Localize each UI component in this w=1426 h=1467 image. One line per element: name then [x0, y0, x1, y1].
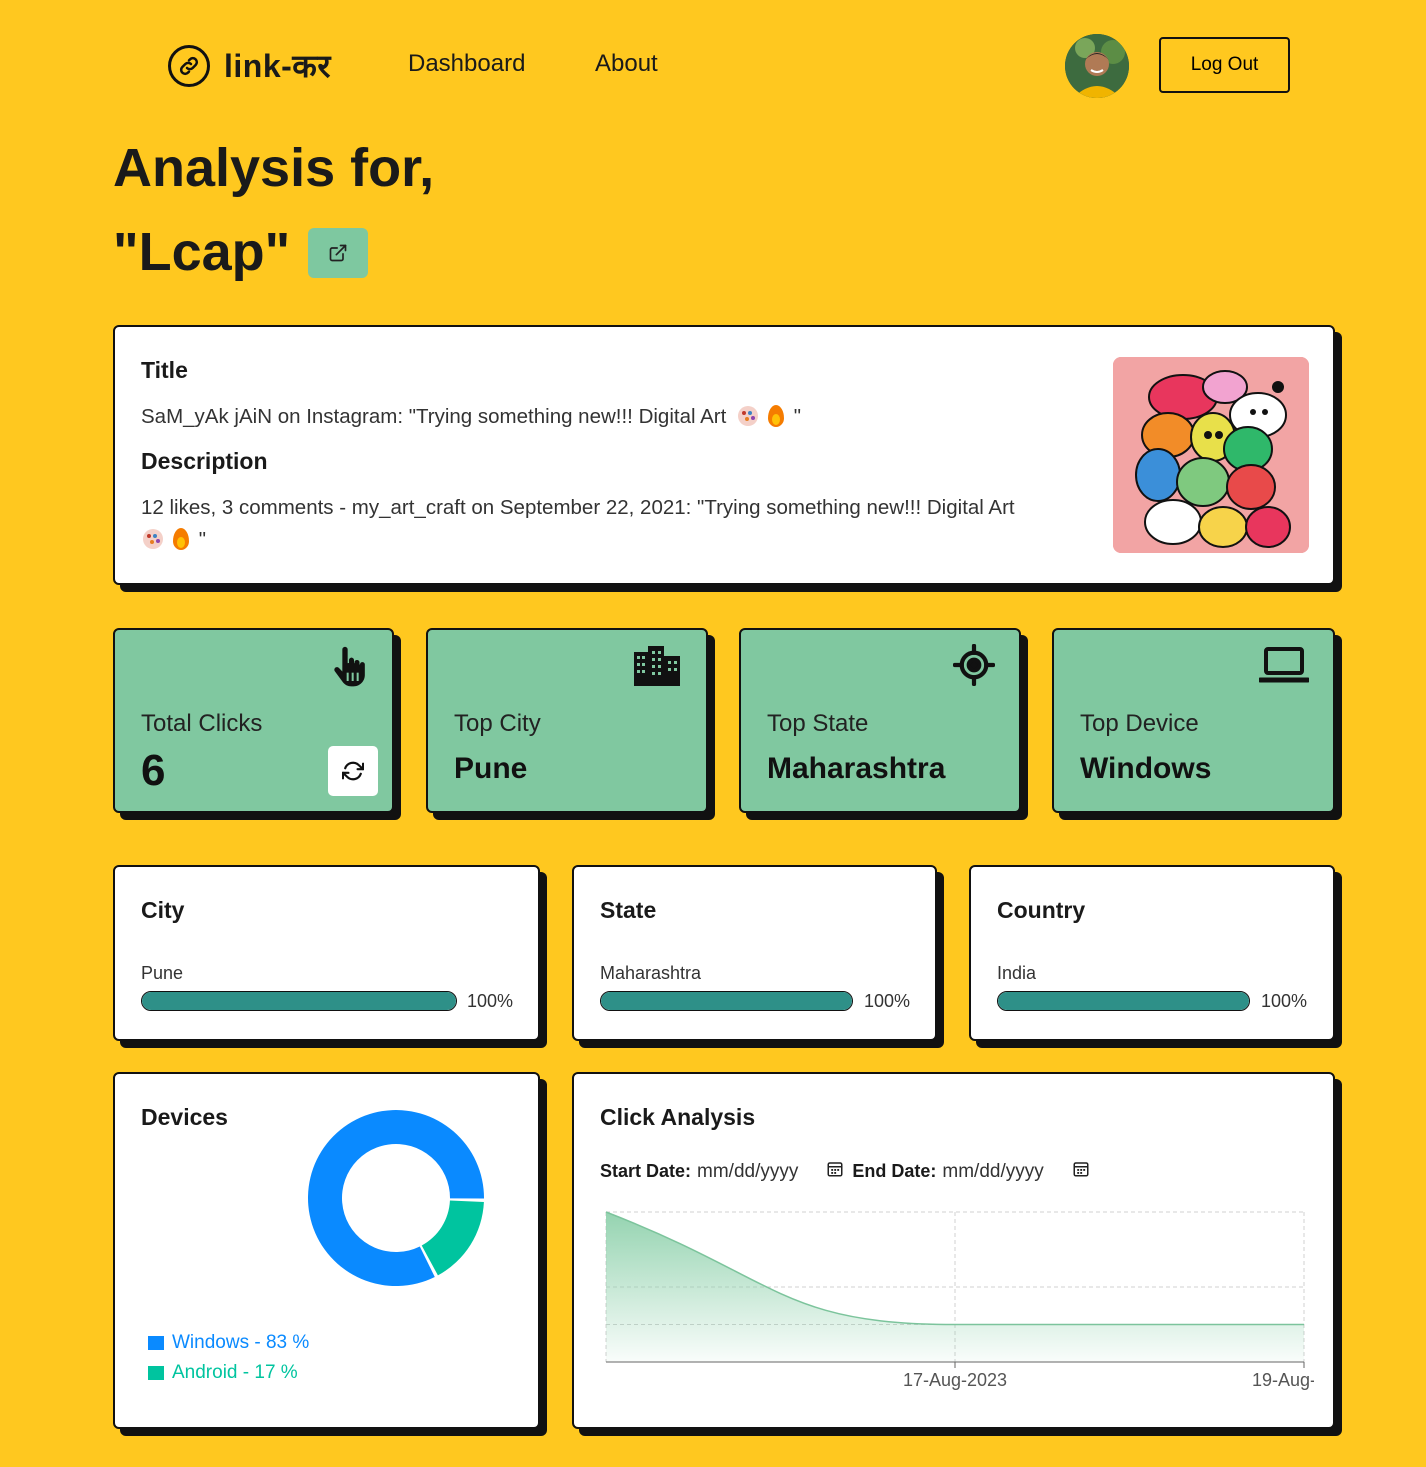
x-tick-label: 19-Aug-2023 — [1252, 1370, 1314, 1390]
card-title: State — [600, 897, 657, 923]
devices-donut-chart — [308, 1110, 484, 1286]
legend-item-android[interactable]: Android - 17 % — [148, 1362, 298, 1384]
legend-swatch — [148, 1366, 164, 1380]
click-area-chart: 17-Aug-2023 19-Aug-2023 — [605, 1211, 1314, 1390]
brand-name: link-कर — [224, 48, 331, 84]
laptop-icon — [1257, 646, 1311, 691]
stat-label: Top State — [767, 710, 869, 737]
palette-emoji-icon — [143, 529, 163, 549]
calendar-icon[interactable] — [1072, 1160, 1090, 1183]
meta-description-text: 12 likes, 3 comments - my_art_craft on S… — [141, 496, 1015, 551]
donut-slice[interactable] — [421, 1200, 484, 1276]
fire-emoji-icon — [768, 405, 785, 427]
total-clicks-card: Total Clicks 6 — [113, 628, 394, 813]
meta-title-text: SaM_yAk jAiN on Instagram: "Trying somet… — [141, 405, 801, 428]
date-range-filter: Start Date: mm/dd/yyyy End Date: mm/dd/y… — [600, 1160, 1098, 1183]
location-name: Pune — [141, 963, 184, 983]
location-target-icon — [952, 643, 996, 691]
card-title: Click Analysis — [600, 1104, 756, 1130]
refresh-button[interactable] — [328, 746, 378, 796]
fire-emoji-icon — [173, 528, 189, 550]
legend-item-windows[interactable]: Windows - 83 % — [148, 1332, 309, 1354]
legend-label: Android - 17 % — [172, 1362, 298, 1383]
click-analysis-card: Click Analysis Start Date: mm/dd/yyyy En… — [572, 1072, 1335, 1429]
stat-value: Pune — [454, 752, 528, 785]
city-buildings-icon — [632, 646, 682, 691]
location-name: Maharashtra — [600, 963, 702, 983]
end-date-input[interactable]: mm/dd/yyyy — [942, 1161, 1043, 1183]
top-city-card: Top City Pune — [426, 628, 708, 813]
devices-card: Devices Windows - 83 % Android - 17 % — [113, 1072, 540, 1429]
progress-bar — [997, 991, 1250, 1011]
nav-link-dashboard[interactable]: Dashboard — [408, 50, 525, 78]
card-title: City — [141, 897, 185, 923]
start-date-label: Start Date: — [600, 1161, 692, 1181]
legend-label: Windows - 83 % — [172, 1332, 310, 1353]
link-meta-card: Title SaM_yAk jAiN on Instagram: "Trying… — [113, 325, 1335, 585]
legend-swatch — [148, 1336, 164, 1350]
card-title: Country — [997, 897, 1086, 923]
refresh-icon — [342, 761, 364, 781]
open-link-button[interactable] — [308, 228, 368, 278]
link-name-title: "Lcap" — [113, 222, 291, 282]
x-tick-label: 17-Aug-2023 — [903, 1370, 1007, 1390]
meta-title-label: Title — [141, 357, 188, 383]
stat-value: Maharashtra — [767, 752, 946, 785]
stat-label: Top City — [454, 710, 541, 737]
progress-bar — [141, 991, 457, 1011]
stat-label: Top Device — [1080, 710, 1199, 737]
progress-fill — [142, 992, 456, 1010]
link-icon — [168, 44, 210, 87]
brand-logo[interactable]: link-कर — [168, 44, 331, 87]
location-name: India — [997, 963, 1037, 983]
percent-label: 100% — [1261, 991, 1308, 1011]
page-title: Analysis for, — [113, 138, 435, 198]
nav-link-about[interactable]: About — [595, 50, 658, 78]
logout-button[interactable]: Log Out — [1159, 37, 1290, 93]
city-breakdown-card: City Pune 100% — [113, 865, 540, 1041]
card-title: Devices — [141, 1104, 228, 1130]
stat-value: 6 — [141, 746, 166, 795]
country-breakdown-card: Country India 100% — [969, 865, 1335, 1041]
percent-label: 100% — [467, 991, 514, 1011]
end-date-label: End Date: — [852, 1161, 937, 1181]
stat-value: Windows — [1080, 752, 1212, 785]
stat-label: Total Clicks — [141, 710, 263, 737]
progress-fill — [601, 992, 852, 1010]
percent-label: 100% — [864, 991, 911, 1011]
calendar-icon[interactable] — [826, 1160, 844, 1183]
top-state-card: Top State Maharashtra — [739, 628, 1021, 813]
progress-fill — [998, 992, 1249, 1010]
top-device-card: Top Device Windows — [1052, 628, 1335, 813]
avatar[interactable] — [1065, 34, 1129, 98]
top-navbar: link-कर Dashboard About Log Out — [0, 0, 1426, 130]
palette-emoji-icon — [738, 406, 759, 426]
external-link-icon — [329, 244, 347, 262]
progress-bar — [600, 991, 853, 1011]
pointer-hand-icon — [330, 644, 370, 693]
state-breakdown-card: State Maharashtra 100% — [572, 865, 937, 1041]
link-preview-image — [1113, 357, 1309, 553]
meta-description-label: Description — [141, 448, 268, 474]
start-date-input[interactable]: mm/dd/yyyy — [697, 1161, 798, 1183]
